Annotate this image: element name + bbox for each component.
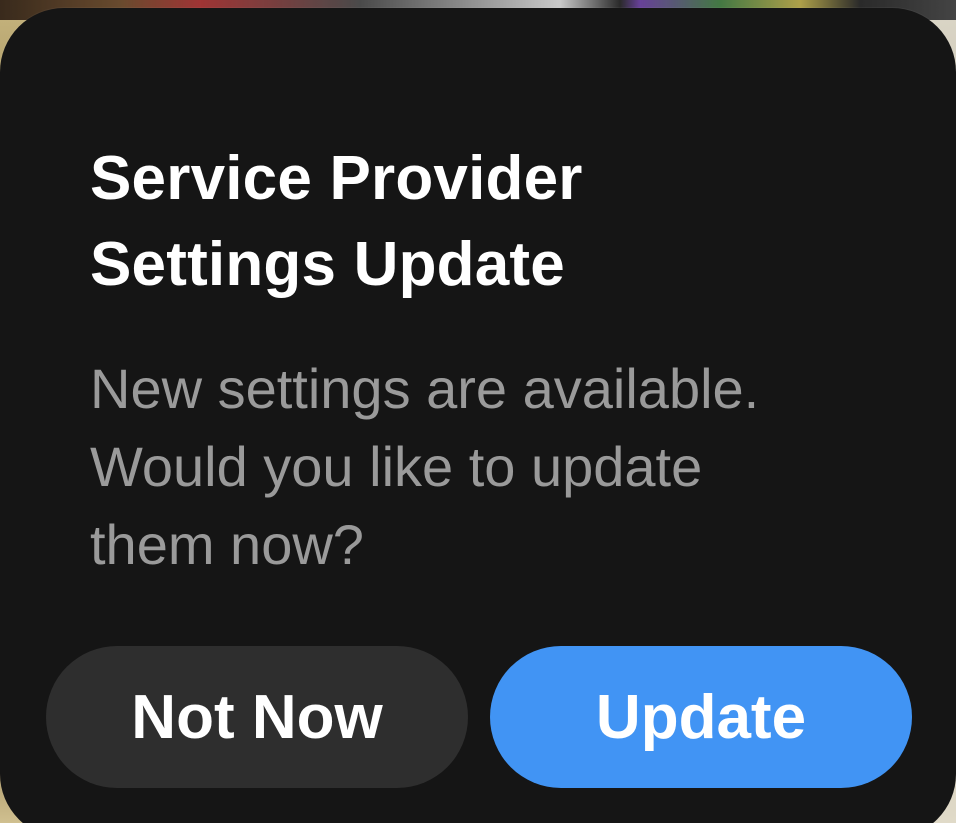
alert-title-line: Settings Update (90, 230, 565, 299)
alert-title-line: Service Provider (90, 144, 583, 213)
alert-message-line: New settings are available. (90, 357, 760, 420)
alert-title: Service Provider Settings Update (90, 136, 850, 308)
alert-message: New settings are available. Would you li… (90, 350, 890, 584)
screen: Service Provider Settings Update New set… (0, 0, 956, 823)
update-button[interactable]: Update (490, 646, 912, 788)
alert-message-line: Would you like to update (90, 435, 703, 498)
alert-dialog: Service Provider Settings Update New set… (0, 8, 956, 823)
alert-message-line: them now? (90, 513, 364, 576)
not-now-button[interactable]: Not Now (46, 646, 468, 788)
